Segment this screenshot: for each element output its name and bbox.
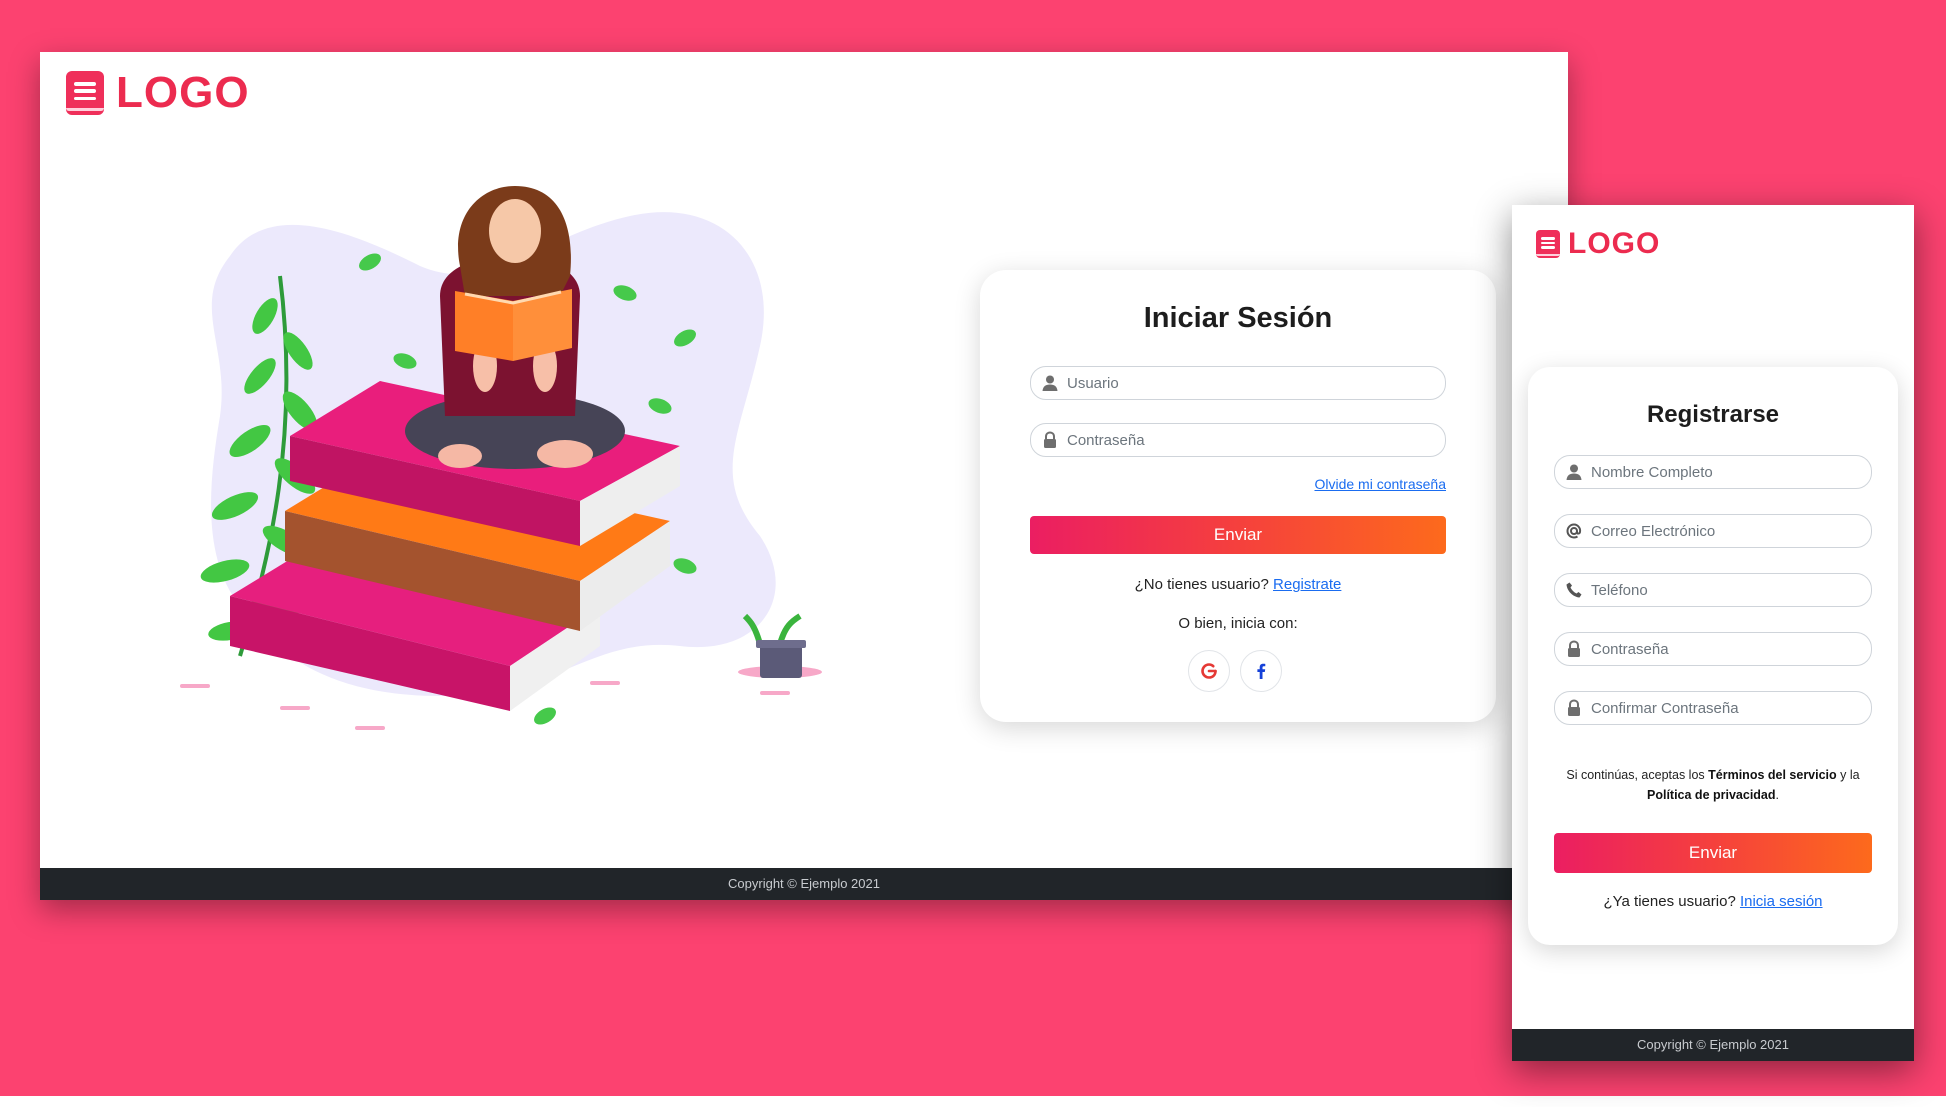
login-link[interactable]: Inicia sesión [1740,893,1823,910]
password-field[interactable] [1030,423,1446,457]
book-icon [1536,230,1560,258]
email-input[interactable] [1591,522,1871,540]
terms-prefix: Si continúas, aceptas los [1566,768,1705,782]
privacy-policy-link[interactable]: Política de privacidad [1647,788,1776,802]
terms-of-service-link[interactable]: Términos del servicio [1708,768,1837,782]
facebook-login-button[interactable] [1240,650,1282,692]
user-icon [1566,464,1582,480]
google-icon [1201,663,1217,679]
logo[interactable]: LOGO [66,68,250,118]
desktop-footer: Copyright © Ejemplo 2021 [40,868,1568,900]
register-title: Registrarse [1646,401,1780,428]
register-submit-button[interactable]: Enviar [1554,833,1872,873]
facebook-icon [1257,663,1266,679]
register-prompt-text: ¿No tienes usuario? [1134,576,1269,593]
google-login-button[interactable] [1188,650,1230,692]
login-title: Iniciar Sesión [1143,302,1333,334]
mobile-footer: Copyright © Ejemplo 2021 [1512,1029,1914,1061]
terms-middle: y la [1840,768,1860,782]
alt-login-text: O bien, inicia con: [1178,615,1298,632]
lock-icon [1568,699,1580,716]
mobile-logo[interactable]: LOGO [1536,227,1660,261]
logo-text: LOGO [116,68,250,117]
username-input[interactable] [1067,374,1445,392]
phone-field[interactable] [1554,573,1872,607]
logo-text: LOGO [1568,227,1661,260]
register-password-input[interactable] [1591,640,1871,658]
lock-icon [1044,431,1056,448]
confirm-password-input[interactable] [1591,699,1871,717]
register-link[interactable]: Registrate [1273,576,1341,593]
lock-icon [1568,640,1580,657]
confirm-password-field[interactable] [1554,691,1872,725]
mobile-window: LOGO Registrarse Nombre Completo Correo … [1512,205,1914,1061]
login-card: Iniciar Sesión Olvide mi contraseña Envi… [980,270,1496,722]
forgot-password-link[interactable]: Olvide mi contraseña [1314,476,1446,492]
register-prompt: ¿No tienes usuario? Registrate [980,576,1496,593]
fullname-field[interactable] [1554,455,1872,489]
register-card: Registrarse Nombre Completo Correo Elect… [1528,367,1898,945]
login-submit-button[interactable]: Enviar [1030,516,1446,554]
login-prompt: ¿Ya tienes usuario? Inicia sesión [1528,893,1898,910]
fullname-input[interactable] [1591,463,1871,481]
phone-input[interactable] [1591,581,1871,599]
user-icon [1042,375,1058,391]
reading-girl-illustration [180,186,822,730]
terms-suffix: . [1775,788,1779,802]
desktop-window: LOGO Iniciar Sesión Usuario Olvide mi co… [40,52,1568,900]
book-icon [66,71,104,115]
login-prompt-text: ¿Ya tienes usuario? [1603,893,1736,910]
terms-notice: Si continúas, aceptas los Términos del s… [1548,765,1878,805]
email-field[interactable] [1554,514,1872,548]
phone-icon [1566,582,1582,598]
at-icon [1566,523,1582,539]
background-strip [0,1096,1946,1107]
username-field[interactable] [1030,366,1446,400]
register-password-field[interactable] [1554,632,1872,666]
password-input[interactable] [1067,431,1445,449]
